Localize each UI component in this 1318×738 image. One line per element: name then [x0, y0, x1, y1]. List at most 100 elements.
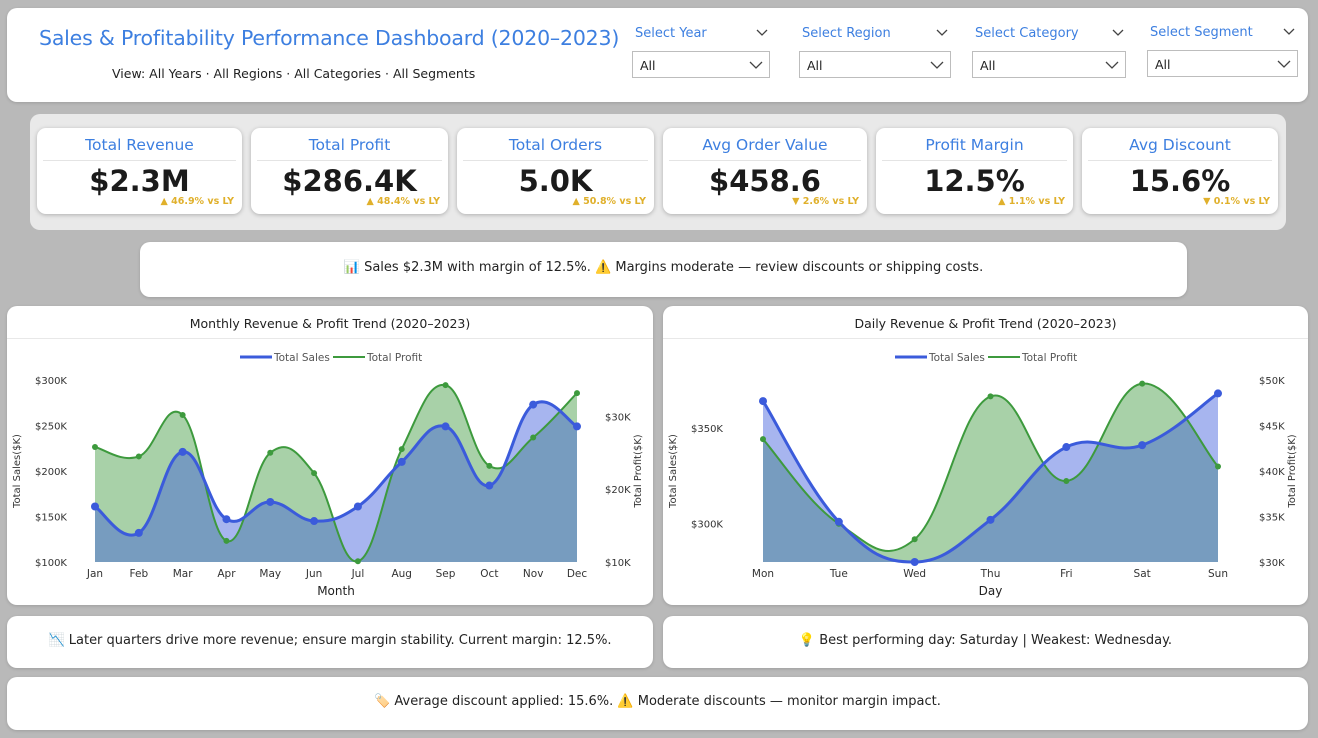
y2-tick-label: $30K	[605, 412, 631, 423]
kpi-divider	[257, 160, 442, 161]
sales-point-dec	[573, 422, 581, 431]
x-tick-label: Tue	[829, 568, 848, 580]
kpi-title: Total Revenue	[85, 136, 194, 154]
x-tick-label: Nov	[523, 568, 544, 580]
profit-point-dec	[574, 390, 580, 397]
y-axis-title: Total Sales($K)	[668, 434, 679, 509]
sales-point-may	[266, 497, 275, 506]
profit-point-sep	[442, 382, 449, 389]
sales-point-tue	[834, 517, 843, 526]
y2-axis-title: Total Profit($K)	[633, 434, 644, 508]
legend-profit-label: Total Profit	[1021, 352, 1077, 364]
category-select[interactable]: All	[972, 51, 1126, 78]
monthly-chart-panel: Monthly Revenue & Profit Trend (2020–202…	[7, 306, 653, 605]
chevron-down-icon	[1277, 60, 1291, 68]
sales-point-sun	[1214, 389, 1222, 398]
profit-point-aug	[398, 446, 405, 453]
kpi-title: Avg Discount	[1129, 136, 1231, 154]
filter-category-label: Select Category	[975, 26, 1079, 41]
daily-trend-chart: Mon Tue Wed Thu Fri Sat Sun Day $300K $350K $30K $3…	[668, 352, 1298, 598]
sales-point-feb	[134, 528, 143, 537]
kpi-divider	[669, 160, 861, 161]
profit-point-fri	[1063, 478, 1070, 485]
chevron-down-icon[interactable]	[756, 26, 768, 38]
kpi-title: Total Orders	[508, 136, 603, 154]
legend-sales-label: Total Sales	[273, 352, 330, 364]
profit-point-jun	[311, 470, 318, 477]
x-tick-label: Mon	[752, 568, 774, 580]
sales-point-sep	[441, 422, 450, 431]
filter-segment-label: Select Segment	[1150, 25, 1253, 40]
profit-point-nov	[530, 434, 537, 441]
daily-chart-panel: Daily Revenue & Profit Trend (2020–2023)…	[663, 306, 1308, 605]
x-tick-label: Mar	[173, 568, 193, 580]
y-tick-label: $150K	[35, 513, 67, 524]
chevron-down-icon	[749, 61, 763, 69]
segment-select-value: All	[1155, 57, 1171, 72]
region-select-value: All	[807, 58, 823, 73]
x-tick-label: May	[259, 568, 281, 580]
kpi-divider	[882, 160, 1067, 161]
year-select[interactable]: All	[632, 51, 770, 78]
category-select-value: All	[980, 58, 996, 73]
chevron-down-icon[interactable]	[1112, 26, 1124, 38]
x-tick-label: Sep	[436, 568, 456, 580]
y2-tick-label: $40K	[1259, 467, 1285, 478]
x-tick-label: Jul	[351, 568, 365, 580]
x-tick-label: Jun	[305, 568, 322, 580]
sales-point-aug	[397, 457, 406, 466]
chevron-down-icon[interactable]	[1283, 25, 1295, 37]
kpi-delta: ▲ 1.1% vs LY	[998, 196, 1065, 207]
filter-year-label: Select Year	[635, 26, 707, 41]
sales-point-apr	[222, 515, 231, 524]
kpi-divider	[1088, 160, 1272, 161]
y-tick-label: $300K	[35, 376, 67, 387]
page-subtitle: View: All Years · All Regions · All Cate…	[112, 66, 476, 81]
profit-point-mar	[179, 411, 186, 418]
x-tick-label: Dec	[567, 568, 588, 580]
kpi-value: $2.3M	[89, 164, 190, 198]
kpi-card-profit-margin: Profit Margin 12.5% ▲ 1.1% vs LY	[876, 128, 1073, 214]
kpi-value: $458.6	[709, 164, 821, 198]
chevron-down-icon[interactable]	[936, 26, 948, 38]
profit-point-oct	[486, 462, 493, 469]
profit-point-mon	[760, 436, 766, 443]
sales-point-jun	[310, 517, 319, 526]
y2-tick-label: $45K	[1259, 422, 1285, 433]
filter-region-label: Select Region	[802, 26, 891, 41]
x-tick-label: Thu	[980, 568, 1001, 580]
kpi-card-avg-discount: Avg Discount 15.6% ▼ 0.1% vs LY	[1082, 128, 1278, 214]
y2-tick-label: $10K	[605, 558, 631, 569]
sales-point-mar	[178, 447, 187, 456]
x-tick-label: Apr	[217, 568, 236, 580]
x-tick-label: Sat	[1134, 568, 1151, 580]
kpi-title: Total Profit	[308, 136, 391, 154]
region-select[interactable]: All	[799, 51, 951, 78]
summary-insight-text: 📊 Sales $2.3M with margin of 12.5%. ⚠️ M…	[343, 260, 984, 275]
legend-sales-label: Total Sales	[928, 352, 985, 364]
kpi-delta: ▲ 50.8% vs LY	[572, 196, 647, 207]
profit-point-wed	[911, 536, 918, 543]
kpi-title: Profit Margin	[925, 136, 1024, 154]
x-tick-label: Aug	[391, 568, 412, 580]
kpi-value: 12.5%	[924, 164, 1025, 198]
sales-point-wed	[910, 558, 919, 566]
kpi-card-total-profit: Total Profit $286.4K ▲ 48.4% vs LY	[251, 128, 448, 214]
y-axis-title: Total Sales($K)	[12, 434, 23, 509]
page-title: Sales & Profitability Performance Dashbo…	[39, 26, 620, 50]
x-tick-label: Sun	[1208, 568, 1228, 580]
legend-profit-label: Total Profit	[366, 352, 422, 364]
sales-point-fri	[1062, 443, 1071, 452]
profit-point-sun	[1215, 463, 1221, 470]
x-tick-label: Oct	[480, 568, 498, 580]
sales-point-thu	[986, 515, 995, 524]
kpi-delta: ▼ 2.6% vs LY	[792, 196, 859, 207]
year-select-value: All	[640, 58, 656, 73]
kpi-delta: ▼ 0.1% vs LY	[1203, 196, 1270, 207]
segment-select[interactable]: All	[1147, 50, 1298, 77]
x-tick-label: Wed	[903, 568, 926, 580]
sales-point-nov	[529, 400, 538, 409]
y2-tick-label: $50K	[1259, 376, 1285, 387]
sales-point-jan	[91, 502, 99, 511]
monthly-trend-chart: Jan Feb Mar Apr May Jun Jul Aug Sep Oct Nov Dec Mont…	[12, 352, 644, 598]
